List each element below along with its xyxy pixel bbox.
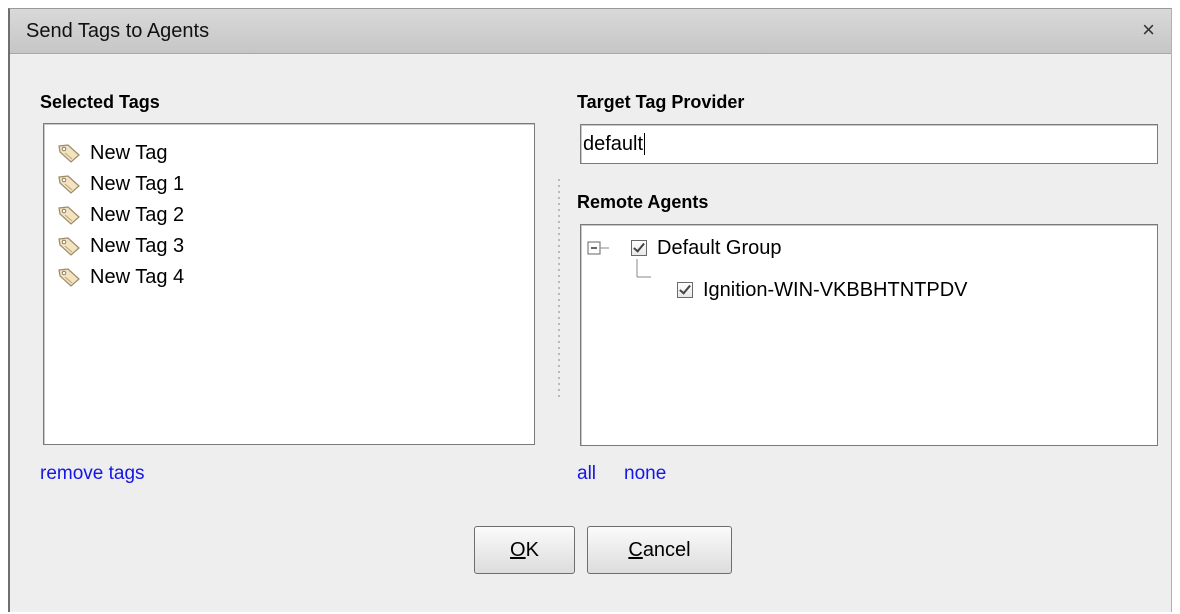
default-group-checkbox[interactable] bbox=[631, 240, 647, 256]
cancel-label-rest: ancel bbox=[642, 538, 691, 561]
tag-list-item[interactable]: New Tag 1 bbox=[56, 169, 184, 199]
remove-tags-link[interactable]: remove tags bbox=[40, 463, 145, 485]
ok-label-rest: K bbox=[525, 538, 539, 561]
select-none-link[interactable]: none bbox=[624, 463, 666, 485]
ok-button[interactable]: OK bbox=[474, 526, 575, 574]
tree-connector bbox=[636, 259, 651, 278]
tree-row-agent[interactable]: Ignition-WIN-VKBBHTNTPDV bbox=[677, 275, 968, 305]
ok-mnemonic: O bbox=[510, 538, 526, 561]
default-group-label: Default Group bbox=[657, 236, 782, 259]
tag-label: New Tag bbox=[90, 141, 168, 164]
text-caret bbox=[644, 133, 646, 155]
cancel-button[interactable]: Cancel bbox=[587, 526, 732, 574]
collapse-icon[interactable] bbox=[587, 240, 627, 256]
target-tag-provider-input[interactable]: default bbox=[580, 124, 1158, 164]
send-tags-dialog: Send Tags to Agents × Selected Tags New … bbox=[8, 8, 1172, 612]
tag-label: New Tag 1 bbox=[90, 172, 185, 195]
dialog-title: Send Tags to Agents bbox=[26, 20, 210, 42]
agent-checkbox[interactable] bbox=[677, 282, 693, 298]
tag-label: New Tag 2 bbox=[90, 203, 185, 226]
target-tag-provider-label: Target Tag Provider bbox=[577, 92, 745, 112]
remote-agents-tree[interactable]: Default Group Ignition-WIN-VKBBHTNTPDV bbox=[580, 224, 1158, 446]
tag-label: New Tag 4 bbox=[90, 265, 185, 288]
tag-list-item[interactable]: New Tag 3 bbox=[56, 231, 184, 261]
tag-icon bbox=[56, 235, 82, 257]
tag-list-item[interactable]: New Tag bbox=[56, 138, 167, 168]
split-divider[interactable] bbox=[558, 177, 560, 399]
tag-list-item[interactable]: New Tag 4 bbox=[56, 262, 184, 292]
select-all-link[interactable]: all bbox=[577, 463, 596, 485]
tree-row-default-group[interactable]: Default Group bbox=[587, 233, 782, 263]
tag-icon bbox=[56, 204, 82, 226]
dialog-titlebar[interactable]: Send Tags to Agents × bbox=[10, 9, 1171, 54]
close-icon[interactable]: × bbox=[1142, 17, 1155, 43]
selected-tags-list[interactable]: New Tag New Tag 1 New Tag 2 New Tag 3 New Ta… bbox=[43, 123, 535, 445]
agent-label: Ignition-WIN-VKBBHTNTPDV bbox=[703, 278, 968, 301]
target-tag-provider-value: default bbox=[583, 132, 644, 155]
tag-icon bbox=[56, 142, 82, 164]
remote-agents-label: Remote Agents bbox=[577, 192, 709, 212]
tag-icon bbox=[56, 173, 82, 195]
tag-icon bbox=[56, 266, 82, 288]
cancel-mnemonic: C bbox=[628, 538, 643, 561]
tag-label: New Tag 3 bbox=[90, 234, 185, 257]
selected-tags-label: Selected Tags bbox=[40, 92, 160, 112]
tag-list-item[interactable]: New Tag 2 bbox=[56, 200, 184, 230]
